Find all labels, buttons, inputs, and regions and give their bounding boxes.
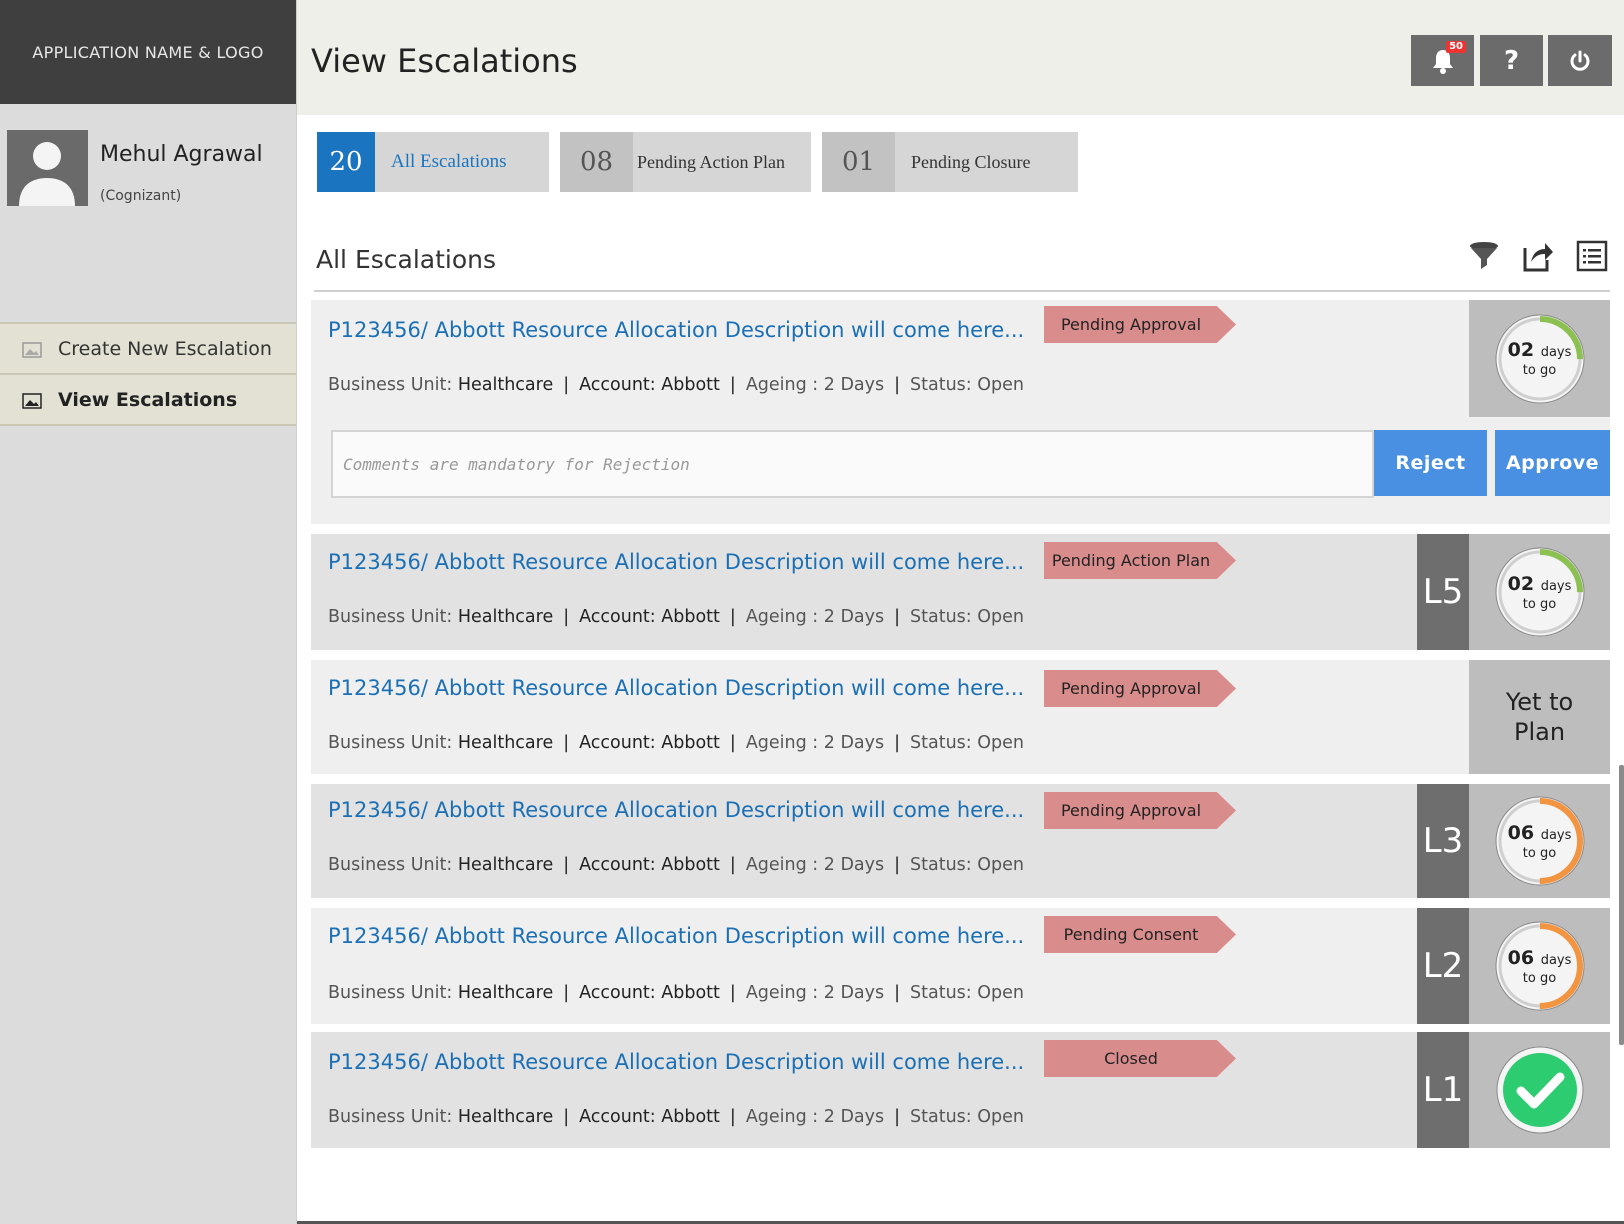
help-icon: ? — [1503, 45, 1520, 76]
nav-item-view-escalations[interactable]: View Escalations — [0, 375, 296, 426]
tab-label: All Escalations — [391, 151, 507, 172]
app-logo[interactable]: APPLICATION NAME & LOGO — [0, 0, 296, 104]
export-icon — [1523, 243, 1553, 272]
status-tag: Closed — [1044, 1040, 1236, 1077]
user-org: (Cognizant) — [100, 188, 182, 204]
filter-button[interactable] — [1466, 238, 1502, 274]
days-value: 06 days — [1507, 821, 1572, 844]
user-profile: Mehul Agrawal (Cognizant) — [0, 104, 296, 224]
sidebar: APPLICATION NAME & LOGO Mehul Agrawal (C… — [0, 0, 297, 1224]
days-remaining-indicator: 06 days to go — [1469, 784, 1610, 898]
tab-count: 08 — [560, 132, 633, 192]
to-go-label: to go — [1522, 845, 1557, 861]
escalation-level: L5 — [1417, 534, 1469, 650]
escalation-row[interactable]: P123456/ Abbott Resource Allocation Desc… — [311, 300, 1610, 524]
nav-label: View Escalations — [58, 388, 238, 411]
yet-to-plan-label: Yet to Plan — [1505, 688, 1574, 746]
escalation-title-link[interactable]: P123456/ Abbott Resource Allocation Desc… — [328, 550, 1024, 574]
list-icon — [1576, 240, 1608, 272]
status-tag: Pending Approval — [1044, 306, 1236, 343]
power-button[interactable] — [1548, 35, 1612, 86]
section-divider — [314, 290, 1610, 292]
reject-button[interactable]: Reject — [1374, 430, 1487, 496]
status-tag: Pending Approval — [1044, 670, 1236, 707]
escalation-meta: Business Unit: Healthcare | Account: Abbot… — [328, 733, 1024, 753]
list-view-button[interactable] — [1574, 238, 1610, 274]
escalation-meta: Business Unit: Healthcare | Account: Abbot… — [328, 375, 1024, 395]
tab-all-escalations[interactable]: 20 All Escalations — [317, 132, 549, 192]
check-circle-icon — [1496, 1046, 1583, 1134]
tab-count: 20 — [317, 132, 375, 192]
escalation-meta: Business Unit: Healthcare | Account: Abbot… — [328, 607, 1024, 627]
rejection-comment-input[interactable]: Comments are mandatory for Rejection — [331, 430, 1374, 498]
power-icon — [1570, 50, 1590, 71]
approve-button[interactable]: Approve — [1495, 430, 1610, 496]
scrollbar[interactable] — [1619, 765, 1624, 1045]
image-icon — [22, 341, 42, 358]
escalation-meta: Business Unit: Healthcare | Account: Abbot… — [328, 1107, 1024, 1127]
escalation-row[interactable]: P123456/ Abbott Resource Allocation Desc… — [311, 1032, 1610, 1148]
nav-item-create-escalation[interactable]: Create New Escalation — [0, 324, 296, 375]
export-button[interactable] — [1520, 238, 1556, 274]
user-silhouette-icon — [19, 142, 75, 206]
days-remaining-indicator: 06 days to go — [1469, 908, 1610, 1024]
escalation-title-link[interactable]: P123456/ Abbott Resource Allocation Desc… — [328, 1050, 1024, 1074]
help-button[interactable]: ? — [1480, 35, 1543, 86]
notifications-button[interactable]: 50 — [1411, 35, 1474, 86]
page-header: View Escalations 50 ? — [297, 0, 1624, 115]
filter-icon — [1470, 242, 1498, 269]
escalation-level: L3 — [1417, 784, 1469, 898]
escalation-meta: Business Unit: Healthcare | Account: Abbot… — [328, 855, 1024, 875]
escalation-title-link[interactable]: P123456/ Abbott Resource Allocation Desc… — [328, 924, 1024, 948]
escalation-title-link[interactable]: P123456/ Abbott Resource Allocation Desc… — [328, 798, 1024, 822]
tab-label: Pending Closure — [911, 151, 1031, 172]
escalation-level: L2 — [1417, 908, 1469, 1024]
sidebar-nav: Create New Escalation View Escalations — [0, 322, 296, 426]
days-value: 06 days — [1507, 946, 1572, 969]
user-name: Mehul Agrawal — [100, 142, 263, 167]
escalation-meta: Business Unit: Healthcare | Account: Abbot… — [328, 983, 1024, 1003]
status-tag: Pending Action Plan — [1044, 542, 1236, 579]
nav-label: Create New Escalation — [58, 337, 272, 360]
tab-label: Pending Action Plan — [637, 151, 785, 172]
escalation-title-link[interactable]: P123456/ Abbott Resource Allocation Desc… — [328, 318, 1024, 342]
tab-pending-action-plan[interactable]: 08 Pending Action Plan — [560, 132, 811, 192]
escalation-level: L1 — [1417, 1032, 1469, 1148]
plan-status-box: Yet to Plan — [1469, 660, 1610, 774]
status-tag: Pending Approval — [1044, 792, 1236, 829]
to-go-label: to go — [1522, 596, 1557, 612]
page-title: View Escalations — [311, 42, 578, 80]
tab-pending-closure[interactable]: 01 Pending Closure — [822, 132, 1078, 192]
tab-count: 01 — [822, 132, 895, 192]
notification-badge: 50 — [1446, 41, 1466, 53]
escalation-row[interactable]: P123456/ Abbott Resource Allocation Desc… — [311, 534, 1610, 650]
escalation-row[interactable]: P123456/ Abbott Resource Allocation Desc… — [311, 660, 1610, 774]
to-go-label: to go — [1522, 970, 1557, 986]
days-remaining-indicator: 02 days to go — [1469, 534, 1610, 650]
days-value: 02 days — [1507, 339, 1572, 361]
days-value: 02 days — [1507, 572, 1572, 595]
escalation-row[interactable]: P123456/ Abbott Resource Allocation Desc… — [311, 908, 1610, 1024]
section-title: All Escalations — [316, 245, 497, 274]
avatar — [7, 130, 88, 206]
image-icon — [22, 392, 42, 409]
escalation-title-link[interactable]: P123456/ Abbott Resource Allocation Desc… — [328, 676, 1024, 700]
days-remaining-indicator: 02 days to go — [1469, 300, 1610, 417]
completed-indicator — [1469, 1032, 1610, 1148]
status-tag: Pending Consent — [1044, 916, 1236, 953]
to-go-label: to go — [1522, 363, 1557, 378]
escalation-row[interactable]: P123456/ Abbott Resource Allocation Desc… — [311, 784, 1610, 898]
